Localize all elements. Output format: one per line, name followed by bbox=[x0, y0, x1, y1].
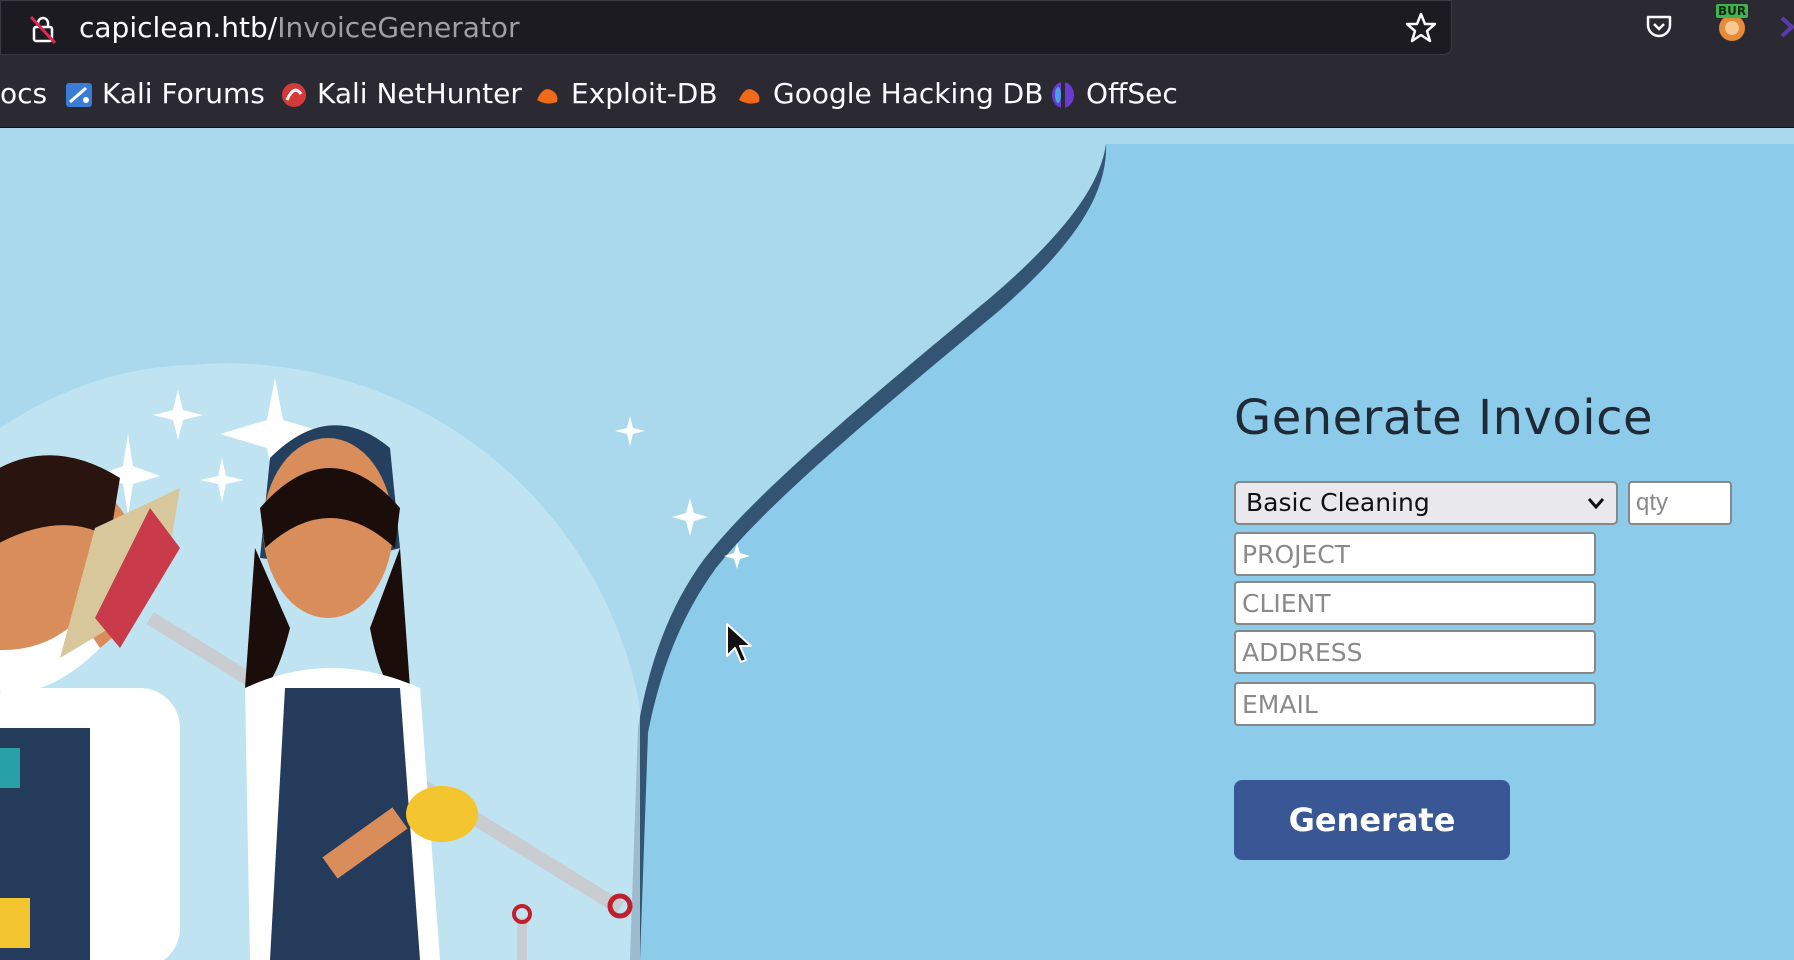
bookmark-offsec[interactable]: OffSec bbox=[1048, 77, 1178, 111]
bookmark-kali-forums[interactable]: Kali Forums bbox=[64, 77, 265, 111]
project-input[interactable] bbox=[1234, 532, 1596, 576]
pocket-icon[interactable] bbox=[1643, 10, 1675, 42]
bookmark-label: ocs bbox=[0, 77, 48, 110]
bookmark-label: OffSec bbox=[1086, 77, 1178, 110]
generate-button[interactable]: Generate bbox=[1234, 780, 1510, 860]
qty-input[interactable] bbox=[1628, 481, 1732, 525]
service-select-value: Basic Cleaning bbox=[1246, 488, 1430, 517]
bookmark-label: Google Hacking DB bbox=[773, 77, 1044, 110]
bookmark-google-hacking-db[interactable]: Google Hacking DB bbox=[735, 77, 1043, 111]
service-select[interactable]: Basic Cleaning bbox=[1234, 481, 1618, 525]
exploit-db-icon bbox=[537, 89, 558, 104]
bookmarks-toolbar: ocs Kali Forums Kali NetHunter Exploit-D… bbox=[0, 55, 1794, 128]
bookmark-exploit-db[interactable]: Exploit-DB bbox=[533, 77, 718, 111]
bookmark-kali-nethunter[interactable]: Kali NetHunter bbox=[279, 77, 522, 111]
client-input[interactable] bbox=[1234, 581, 1596, 625]
bookmark-label: Kali Forums bbox=[102, 77, 265, 110]
extension-icon[interactable] bbox=[1778, 14, 1794, 40]
address-input[interactable] bbox=[1234, 630, 1596, 674]
url-path: InvoiceGenerator bbox=[277, 11, 520, 44]
burp-extension-icon[interactable]: BUR bbox=[1712, 4, 1752, 44]
bookmark-label: Kali NetHunter bbox=[317, 77, 522, 110]
mouse-cursor-icon bbox=[726, 623, 752, 663]
bookmark-docs[interactable]: ocs bbox=[0, 77, 47, 111]
page-title: Generate Invoice bbox=[1234, 390, 1654, 446]
burp-badge: BUR bbox=[1718, 4, 1747, 18]
kali-nethunter-icon bbox=[282, 83, 306, 107]
url-text[interactable]: capiclean.htb/InvoiceGenerator bbox=[79, 11, 520, 44]
ghdb-icon bbox=[739, 89, 760, 104]
bookmark-star-icon[interactable] bbox=[1404, 11, 1438, 45]
bookmark-label: Exploit-DB bbox=[571, 77, 718, 110]
page-content: Generate Invoice Basic Cleaning Generate bbox=[0, 128, 1794, 960]
chevron-down-icon bbox=[1587, 498, 1605, 510]
offsec-icon bbox=[1052, 82, 1074, 108]
kali-forums-icon bbox=[66, 83, 92, 107]
email-input[interactable] bbox=[1234, 682, 1596, 726]
browser-toolbar: capiclean.htb/InvoiceGenerator BUR bbox=[0, 0, 1794, 55]
url-bar[interactable]: capiclean.htb/InvoiceGenerator bbox=[0, 0, 1452, 55]
url-host: capiclean.htb/ bbox=[79, 11, 278, 44]
insecure-lock-icon[interactable] bbox=[27, 13, 59, 45]
